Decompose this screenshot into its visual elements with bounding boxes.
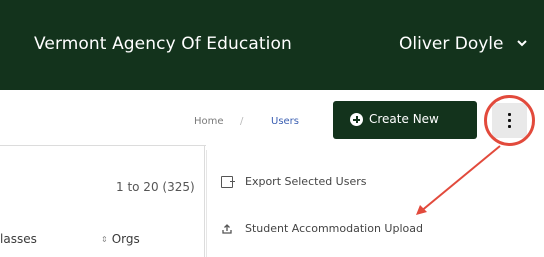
- breadcrumb-current[interactable]: Users: [271, 116, 299, 127]
- create-new-button[interactable]: Create New: [333, 101, 477, 139]
- column-header-orgs[interactable]: ⇕ Orgs: [101, 232, 140, 246]
- column-header-classes[interactable]: lasses: [0, 232, 37, 246]
- sort-icon: ⇕: [101, 235, 108, 244]
- menu-item-label: Student Accommodation Upload: [245, 222, 423, 235]
- user-menu[interactable]: Oliver Doyle: [399, 34, 503, 54]
- annotation-circle: [484, 95, 535, 146]
- upload-icon: [222, 224, 232, 234]
- divider: [0, 145, 206, 146]
- breadcrumb-home[interactable]: Home: [194, 116, 224, 127]
- breadcrumb-separator: /: [240, 116, 244, 127]
- plus-circle-icon: [350, 113, 363, 126]
- create-new-label: Create New: [369, 112, 439, 126]
- divider: [204, 145, 205, 257]
- top-navigation-bar: Vermont Agency Of Education Oliver Doyle: [0, 0, 544, 90]
- app-frame: Vermont Agency Of Education Oliver Doyle…: [0, 0, 544, 257]
- export-icon: [221, 176, 235, 188]
- actions-dropdown-menu: Export Selected Users Student Accommodat…: [206, 150, 527, 257]
- chevron-down-icon[interactable]: [517, 38, 527, 48]
- organization-name: Vermont Agency Of Education: [34, 34, 292, 54]
- menu-item-label: Export Selected Users: [245, 175, 367, 188]
- pagination-count: 1 to 20 (325): [116, 180, 195, 194]
